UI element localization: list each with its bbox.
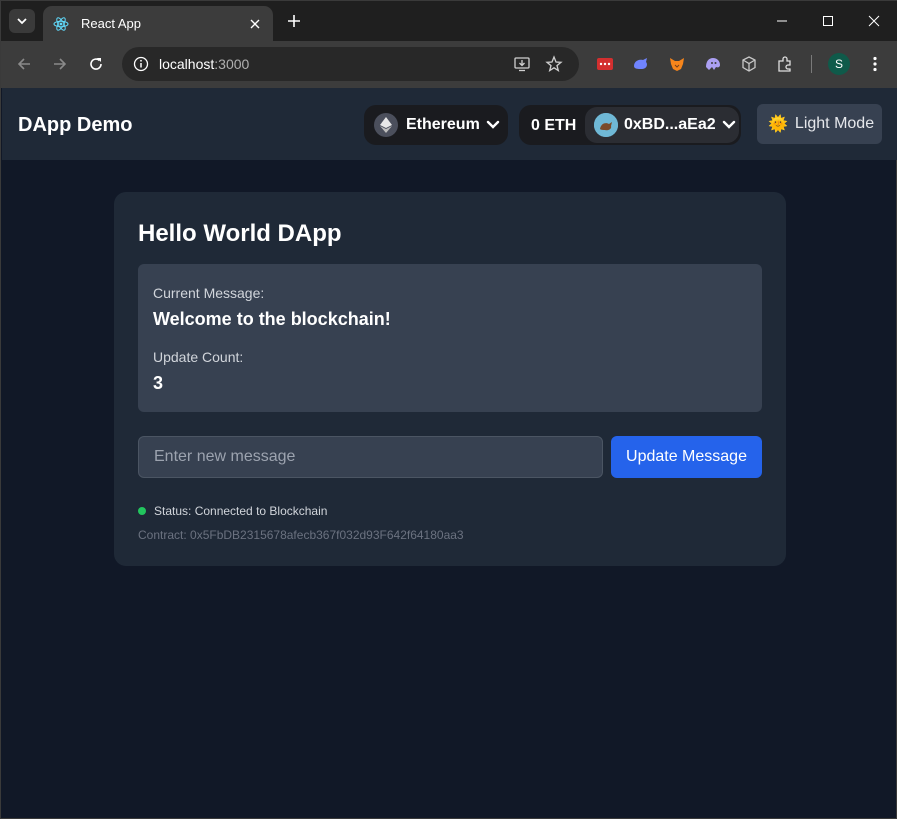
close-window-button[interactable]: [864, 11, 884, 31]
arrow-left-icon: [17, 58, 30, 70]
rabbit-icon: [634, 58, 647, 69]
browser-toolbar: localhost:3000 S: [1, 41, 897, 88]
back-button[interactable]: [13, 53, 35, 75]
contract-state-panel: Current Message: Welcome to the blockcha…: [138, 264, 762, 412]
close-icon: [250, 19, 260, 28]
star-icon: [545, 55, 563, 73]
account-avatar: [594, 113, 618, 137]
chevron-down-icon: [17, 18, 27, 25]
status-text: Status: Connected to Blockchain: [154, 504, 328, 518]
url-port: :3000: [214, 56, 250, 72]
info-icon: [133, 56, 149, 72]
theme-toggle-button[interactable]: 🌞 Light Mode: [757, 104, 882, 144]
password-manager-icon: [597, 58, 613, 70]
fox-icon: [670, 58, 684, 71]
toolbar-divider: [811, 55, 812, 73]
card-title: Hello World DApp: [138, 220, 342, 247]
update-count-label: Update Count:: [153, 349, 244, 365]
arrow-right-icon: [54, 58, 67, 70]
app-brand: DApp Demo: [18, 114, 133, 136]
ethereum-icon: [374, 113, 398, 137]
status-indicator: [138, 507, 146, 515]
extension-cube[interactable]: [739, 54, 759, 74]
chevron-down-icon: [722, 120, 736, 130]
extension-metamask[interactable]: [667, 54, 687, 74]
theme-toggle-label: Light Mode: [794, 115, 875, 132]
url-text: localhost:3000: [159, 56, 249, 72]
minimize-icon: [777, 20, 787, 22]
browser-window: React App localhost:3000 S DApp Demo Eth…: [0, 0, 897, 819]
extension-password-manager[interactable]: [595, 54, 615, 74]
chevron-down-icon: [486, 120, 500, 130]
install-app-button[interactable]: [513, 55, 531, 73]
account-button[interactable]: 0xBD...aEa2: [585, 107, 739, 143]
network-selector[interactable]: Ethereum: [364, 105, 508, 145]
wallet-address: 0xBD...aEa2: [624, 116, 716, 133]
url-host: localhost: [159, 56, 215, 72]
install-icon: [514, 57, 530, 72]
react-icon: [53, 16, 69, 31]
dapp-card: Hello World DApp Current Message: Welcom…: [114, 192, 786, 566]
reload-button[interactable]: [85, 53, 107, 75]
ghost-icon: [706, 58, 720, 70]
cube-icon: [742, 56, 756, 72]
tab-title: React App: [81, 16, 141, 31]
plus-icon: [288, 15, 300, 27]
more-vertical-icon: [873, 56, 877, 72]
network-name: Ethereum: [406, 116, 480, 133]
reload-icon: [90, 58, 102, 70]
wallet-balance: 0 ETH: [531, 117, 577, 134]
site-info-button[interactable]: [132, 55, 150, 73]
account-panel: 0 ETH 0xBD...aEa2: [519, 105, 741, 145]
current-message-value: Welcome to the blockchain!: [153, 309, 391, 329]
puzzle-icon: [778, 56, 791, 72]
extensions-menu-button[interactable]: [775, 54, 795, 74]
tab-close-button[interactable]: [247, 16, 263, 32]
maximize-button[interactable]: [818, 11, 838, 31]
browser-menu-button[interactable]: [865, 54, 885, 74]
new-tab-button[interactable]: [285, 12, 303, 30]
sun-icon: 🌞: [768, 116, 788, 133]
address-bar[interactable]: localhost:3000: [122, 47, 579, 81]
minimize-button[interactable]: [772, 11, 792, 31]
forward-button[interactable]: [49, 53, 71, 75]
app-header: DApp Demo Ethereum 0 ETH 0xBD...aEa2 🌞 L…: [2, 88, 897, 160]
close-icon: [868, 15, 880, 27]
browser-tab[interactable]: React App: [43, 6, 273, 41]
extension-phantom[interactable]: [703, 54, 723, 74]
update-message-button[interactable]: Update Message: [611, 436, 762, 478]
tab-strip: React App: [1, 1, 897, 41]
maximize-icon: [823, 16, 833, 26]
extension-rabby[interactable]: [631, 54, 651, 74]
update-count-value: 3: [153, 373, 164, 393]
contract-address: Contract: 0x5FbDB2315678afecb367f032d93F…: [138, 528, 464, 542]
bookmark-button[interactable]: [545, 55, 563, 73]
tab-search-button[interactable]: [9, 9, 35, 33]
profile-avatar[interactable]: S: [828, 53, 850, 75]
current-message-label: Current Message:: [153, 285, 265, 301]
connection-status: Status: Connected to Blockchain: [138, 504, 327, 518]
new-message-input[interactable]: [138, 436, 603, 478]
avatar-icon: [594, 113, 618, 137]
